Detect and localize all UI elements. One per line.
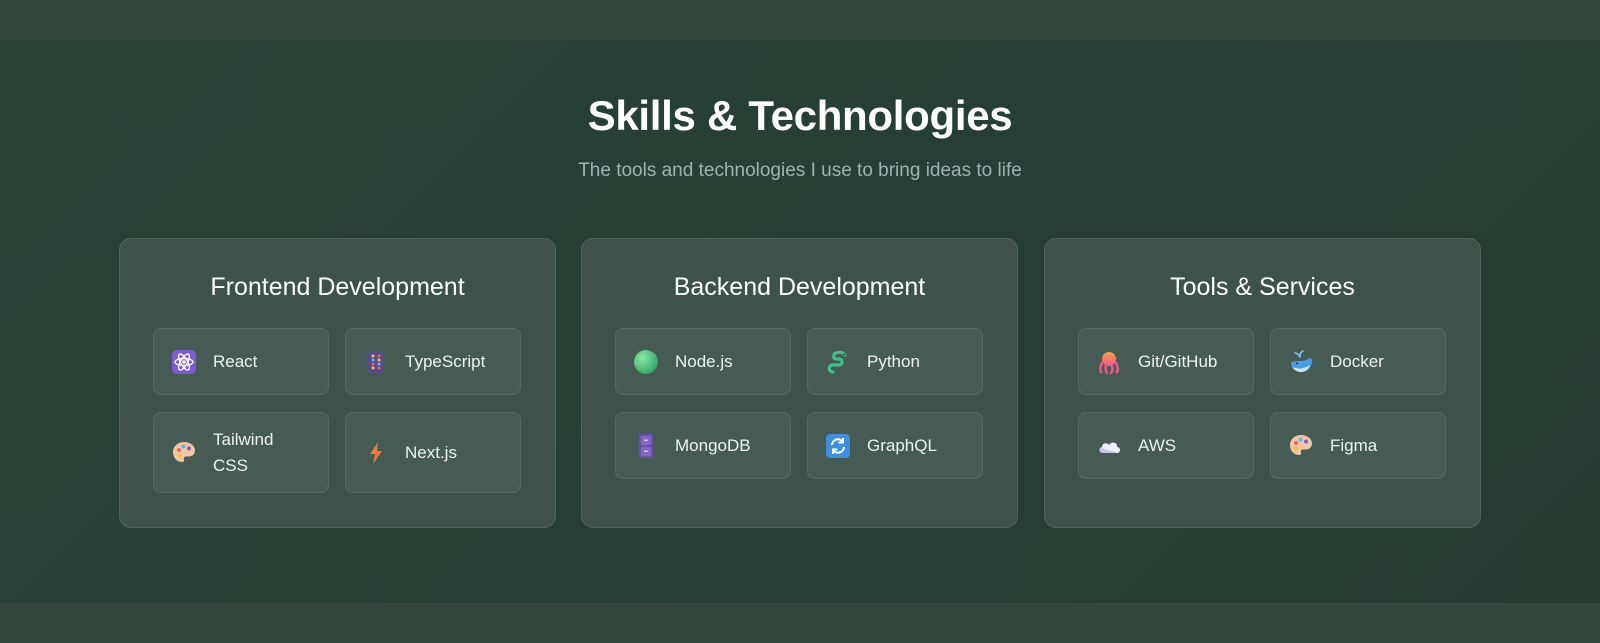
skill-item-aws[interactable]: AWS (1078, 412, 1254, 479)
skill-item-git-github[interactable]: Git/GitHub (1078, 328, 1254, 395)
palette-icon (1288, 433, 1314, 459)
lightning-icon (363, 440, 389, 466)
skill-label: Docker (1330, 351, 1384, 371)
skill-label: Next.js (405, 442, 457, 462)
skill-item-nextjs[interactable]: Next.js (345, 412, 521, 493)
skill-label: Figma (1330, 435, 1378, 455)
section-title: Skills & Technologies (587, 92, 1013, 139)
green-circle-icon (633, 349, 659, 375)
category-title: Tools & Services (1170, 273, 1355, 301)
skill-item-docker[interactable]: Docker (1270, 328, 1446, 395)
skill-label: React (213, 351, 258, 371)
skill-item-react[interactable]: React (153, 328, 329, 395)
file-cabinet-icon (633, 433, 659, 459)
skill-label: GraphQL (867, 435, 937, 455)
abacus-icon (363, 349, 389, 375)
atom-icon (171, 349, 197, 375)
skill-item-graphql[interactable]: GraphQL (807, 412, 983, 479)
section-subtitle: The tools and technologies I use to brin… (578, 160, 1022, 181)
refresh-arrows-icon (825, 433, 851, 459)
category-title: Backend Development (673, 273, 926, 301)
top-band (0, 0, 1600, 40)
skill-label: Git/GitHub (1138, 351, 1218, 371)
skill-item-figma[interactable]: Figma (1270, 412, 1446, 479)
palette-icon (171, 440, 197, 466)
skill-label: MongoDB (675, 435, 751, 455)
skill-label: AWS (1138, 435, 1177, 455)
snake-icon (825, 349, 851, 375)
category-card-tools: Tools & Services Git/GitHub Docker AWS F… (1044, 238, 1481, 528)
skill-label: Tailwind CSS (213, 429, 274, 475)
skills-section: Skills & Technologies The tools and tech… (0, 40, 1600, 603)
category-card-backend: Backend Development Node.js Python Mongo… (581, 238, 1018, 528)
skill-item-mongodb[interactable]: MongoDB (615, 412, 791, 479)
skill-label: TypeScript (405, 351, 486, 371)
skill-item-typescript[interactable]: TypeScript (345, 328, 521, 395)
skill-label: Node.js (675, 351, 733, 371)
octopus-icon (1096, 349, 1122, 375)
category-title: Frontend Development (210, 273, 465, 301)
skill-item-tailwind-css[interactable]: Tailwind CSS (153, 412, 329, 493)
skill-item-nodejs[interactable]: Node.js (615, 328, 791, 395)
whale-icon (1288, 349, 1314, 375)
skill-item-python[interactable]: Python (807, 328, 983, 395)
skill-label: Python (867, 351, 920, 371)
cloud-icon (1096, 433, 1122, 459)
category-card-frontend: Frontend Development React TypeScript Ta… (119, 238, 556, 528)
bottom-band (0, 603, 1600, 643)
